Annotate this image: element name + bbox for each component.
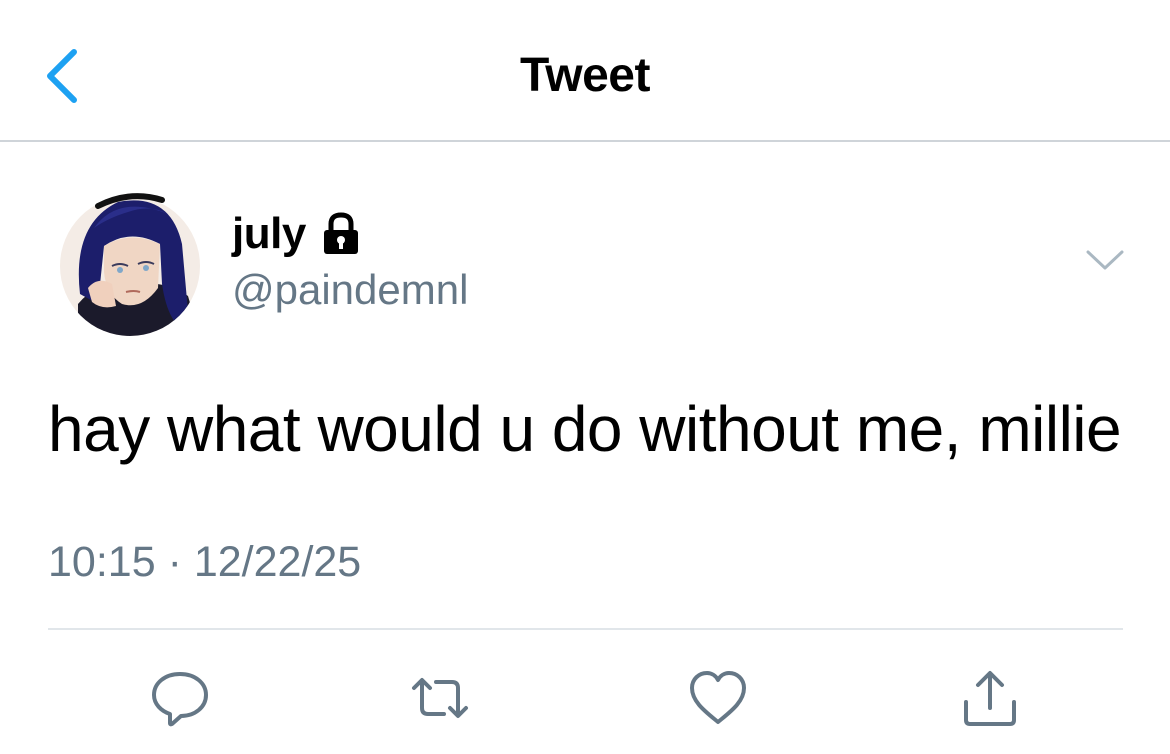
lock-icon <box>320 211 362 257</box>
like-button[interactable] <box>688 668 748 728</box>
divider <box>48 628 1123 630</box>
avatar[interactable] <box>58 184 202 338</box>
tweet-date: 12/22/25 <box>193 538 362 586</box>
timestamp-separator: · <box>167 538 182 586</box>
reply-button[interactable] <box>150 668 210 728</box>
tweet-timestamp: 10:15 · 12/22/25 <box>48 538 361 587</box>
retweet-icon <box>412 678 468 718</box>
display-name[interactable]: july <box>232 209 306 259</box>
user-handle[interactable]: @paindemnl <box>232 266 468 314</box>
tweet-time: 10:15 <box>48 538 156 586</box>
heart-icon <box>690 671 746 724</box>
user-name-row[interactable]: july <box>232 206 362 262</box>
avatar-portrait <box>60 193 200 336</box>
tweet-options-button[interactable] <box>1084 244 1126 274</box>
share-icon <box>964 671 1016 726</box>
page-title: Tweet <box>520 49 650 102</box>
speech-bubble-icon <box>152 672 208 727</box>
tweet-text: hay what would u do without me, millie <box>48 393 1122 465</box>
share-button[interactable] <box>960 668 1020 728</box>
chevron-down-icon <box>1086 250 1124 270</box>
top-bar: Tweet <box>0 0 1170 142</box>
retweet-button[interactable] <box>410 668 470 728</box>
